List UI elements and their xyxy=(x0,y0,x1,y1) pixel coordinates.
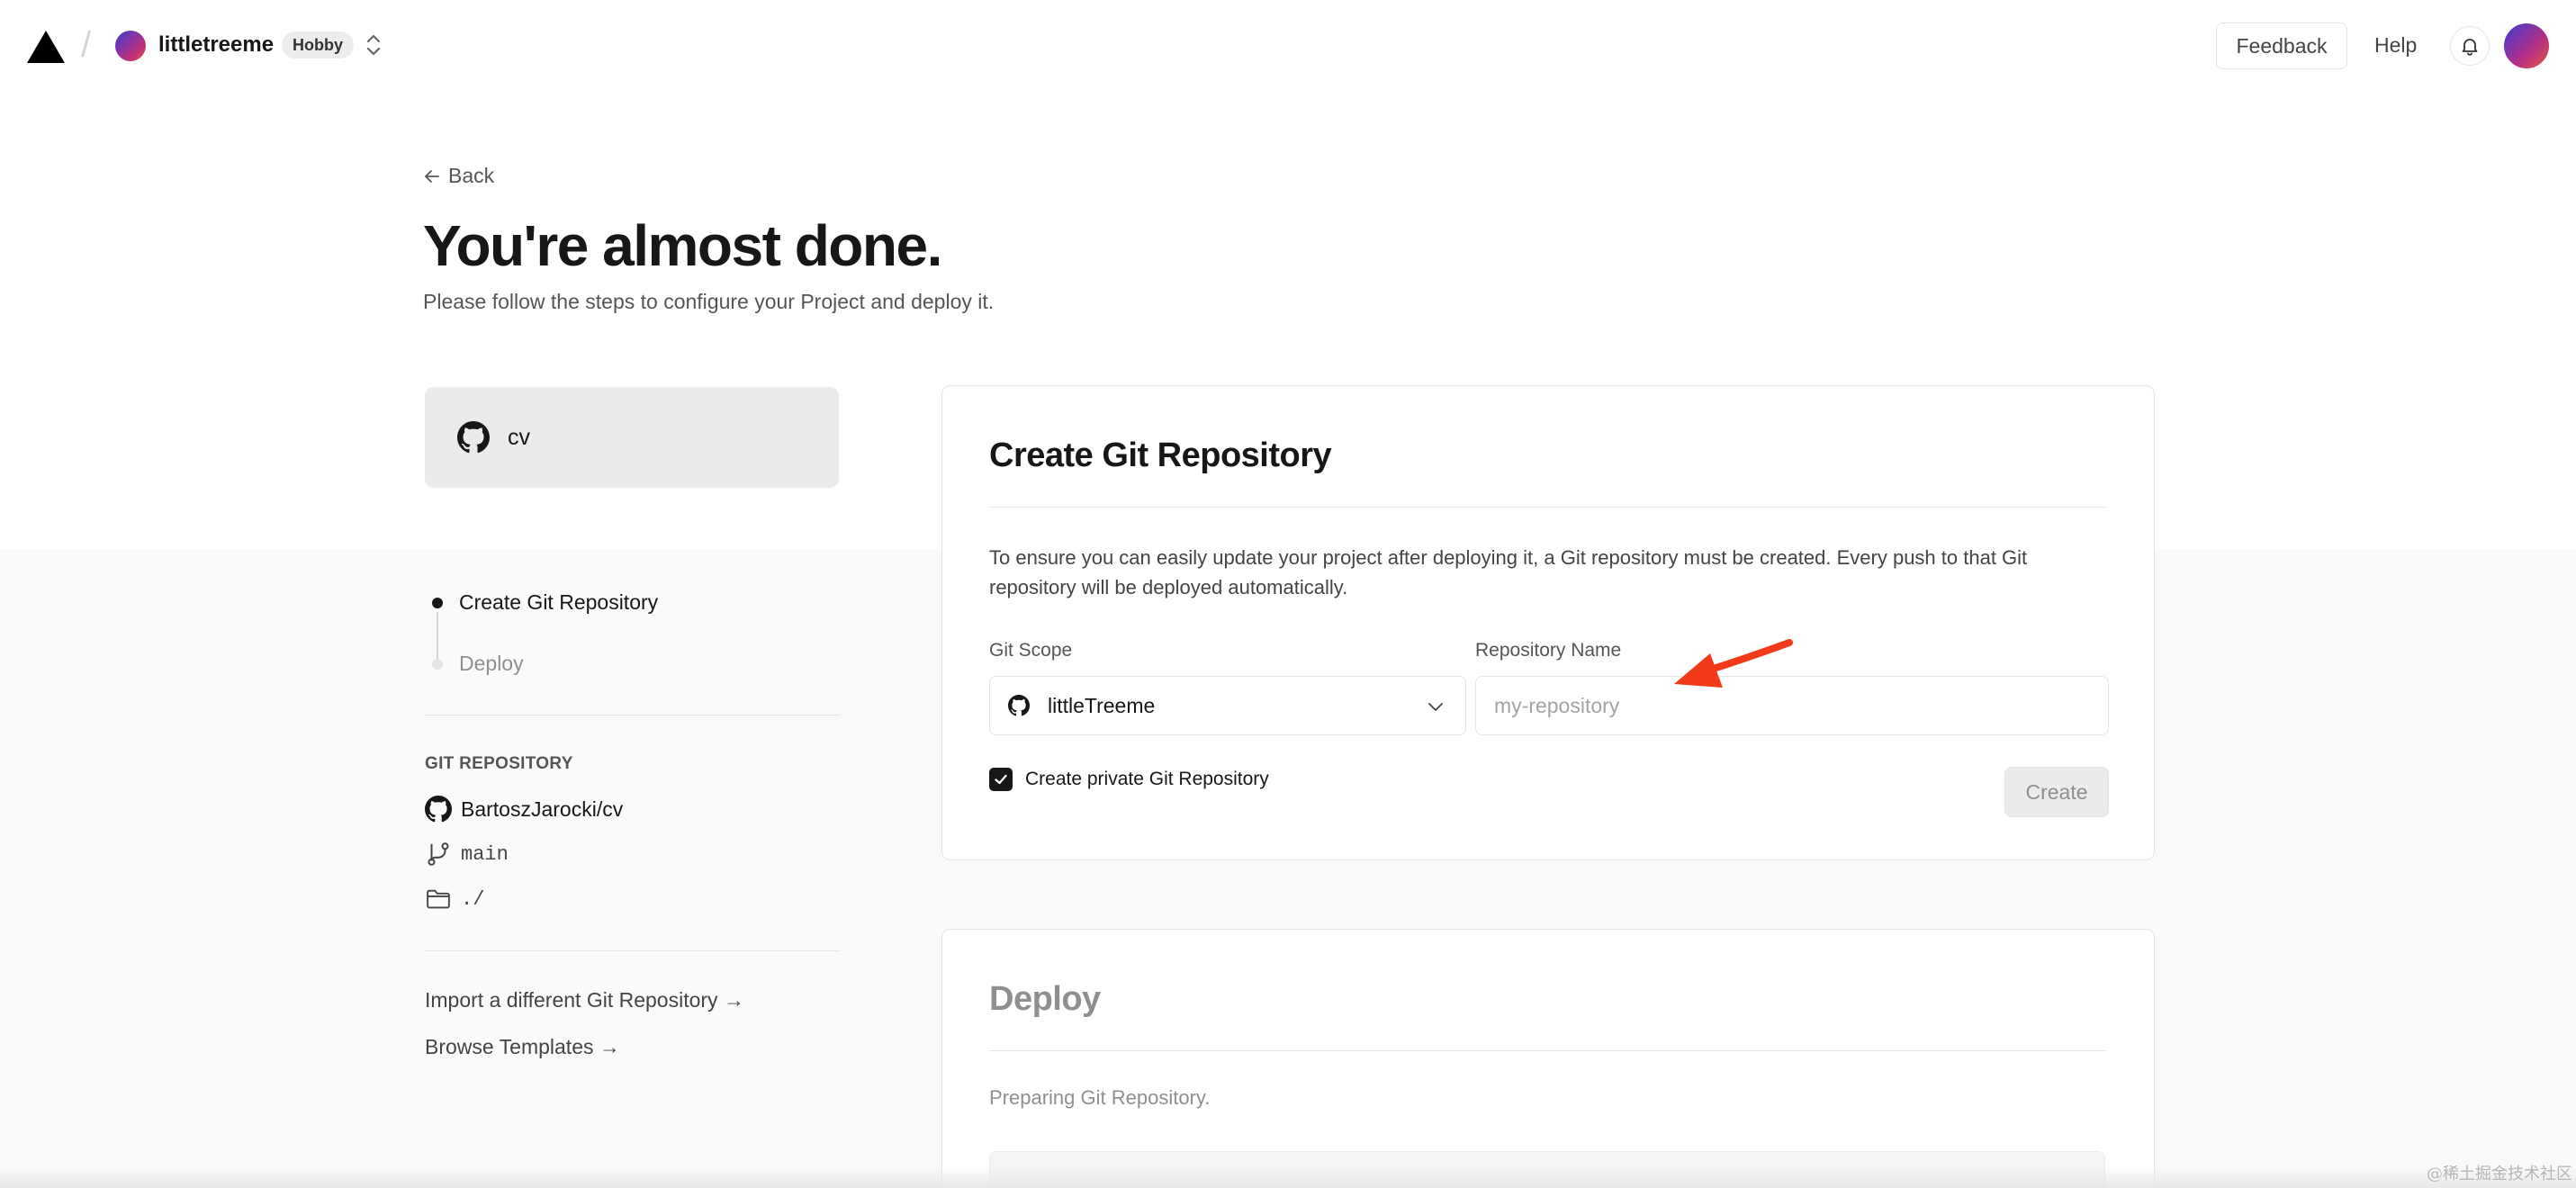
sidebar-divider xyxy=(425,715,841,716)
arrow-left-icon xyxy=(425,169,439,183)
card-divider xyxy=(989,507,2105,508)
chevron-up-down-icon[interactable] xyxy=(364,31,383,59)
branch-row: main xyxy=(425,841,509,868)
step-active-dot xyxy=(432,597,443,608)
github-icon xyxy=(1008,695,1030,716)
step-label: Create Git Repository xyxy=(459,590,659,614)
plan-badge: Hobby xyxy=(282,32,354,58)
repo-full-name-row[interactable]: BartoszJarocki/cv xyxy=(425,796,623,823)
top-nav: / littletreeme Hobby Feedback Help xyxy=(0,0,2576,92)
card-description: To ensure you can easily update your pro… xyxy=(989,546,2028,598)
import-different-repo-link[interactable]: Import a different Git Repository → xyxy=(425,988,744,1012)
step-inactive-dot xyxy=(432,658,443,670)
team-avatar[interactable] xyxy=(115,31,146,61)
repo-full-name: BartoszJarocki/cv xyxy=(461,796,624,821)
private-repository-checkbox[interactable] xyxy=(989,768,1013,791)
breadcrumb-separator: / xyxy=(81,25,92,65)
root-directory-row: ./ xyxy=(425,886,484,913)
check-icon xyxy=(995,774,1007,785)
bell-icon xyxy=(2462,39,2478,56)
git-scope-select[interactable]: littleTreeme xyxy=(989,676,1466,735)
card-divider xyxy=(989,1050,2105,1051)
create-git-repository-card: Create Git Repository To ensure you can … xyxy=(941,385,2155,860)
bottom-fade xyxy=(0,1166,2576,1188)
private-repository-label: Create private Git Repository xyxy=(1025,769,1269,789)
branch-name: main xyxy=(461,842,509,866)
git-scope-label: Git Scope xyxy=(989,640,1073,661)
chevron-down-icon xyxy=(1428,703,1443,711)
watermark: @稀土掘金技术社区 xyxy=(2427,1165,2572,1184)
repo-card: cv xyxy=(425,387,839,488)
deploy-card-title: Deploy xyxy=(989,980,1101,1018)
notifications-button[interactable] xyxy=(2450,26,2490,66)
vercel-logo-icon[interactable] xyxy=(27,31,65,63)
git-scope-value: littleTreeme xyxy=(1048,693,1156,717)
annotation-arrow-icon xyxy=(1674,639,1793,688)
root-directory: ./ xyxy=(461,887,485,911)
help-link[interactable]: Help xyxy=(2374,33,2417,58)
step-create-git-repository: Create Git Repository xyxy=(432,590,658,615)
page-title: You're almost done. xyxy=(423,213,942,278)
git-repository-section-label: GIT REPOSITORY xyxy=(425,754,573,773)
repository-name-label: Repository Name xyxy=(1475,640,1622,661)
deploy-card: Deploy Preparing Git Repository. xyxy=(941,929,2155,1188)
sidebar-divider xyxy=(425,950,841,951)
github-icon xyxy=(425,796,452,823)
create-button[interactable]: Create xyxy=(2004,767,2109,817)
user-avatar[interactable] xyxy=(2504,23,2549,68)
step-deploy: Deploy xyxy=(432,652,524,676)
card-title: Create Git Repository xyxy=(989,436,1332,474)
back-link[interactable]: Back xyxy=(423,164,494,188)
folder-icon xyxy=(427,889,450,909)
deploy-card-description: Preparing Git Repository. xyxy=(989,1086,1211,1109)
team-name[interactable]: littletreeme xyxy=(158,32,274,58)
back-label: Back xyxy=(448,164,495,187)
repo-card-name: cv xyxy=(508,424,530,450)
git-branch-icon xyxy=(428,842,449,866)
private-repository-checkbox-row[interactable]: Create private Git Repository xyxy=(989,768,1269,791)
github-icon xyxy=(457,421,490,454)
browse-templates-link[interactable]: Browse Templates → xyxy=(425,1035,620,1059)
feedback-button[interactable]: Feedback xyxy=(2216,22,2347,69)
page-subtitle: Please follow the steps to configure you… xyxy=(423,290,995,313)
step-label: Deploy xyxy=(459,652,524,675)
